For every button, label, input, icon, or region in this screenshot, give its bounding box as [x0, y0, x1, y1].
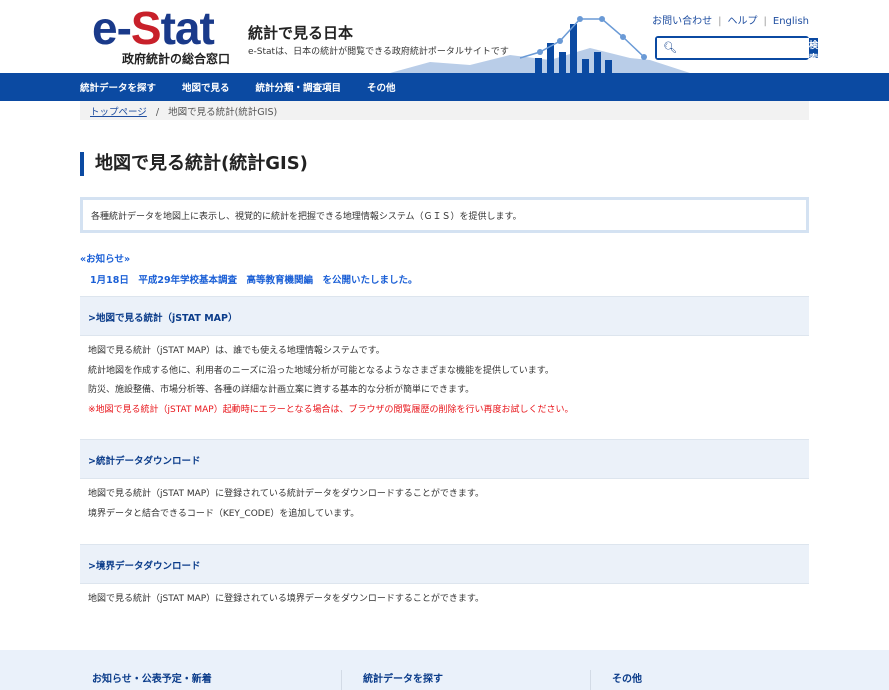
search-input[interactable] — [657, 38, 809, 58]
nav-other[interactable]: その他 — [367, 80, 396, 94]
separator: | — [763, 16, 767, 27]
search-icon: 🔍︎ — [663, 41, 677, 54]
nav-map[interactable]: 地図で見る — [182, 80, 230, 94]
body-text: 地図で見る統計（jSTAT MAP）に登録されている統計データをダウンロードする… — [88, 489, 485, 499]
body-text: 地図で見る統計（jSTAT MAP）は、誰でも使える地理情報システムです。 — [88, 346, 385, 356]
page-title: 地図で見る統計(統計GIS) — [80, 152, 809, 176]
nav-find-data[interactable]: 統計データを探す — [80, 80, 156, 94]
help-link[interactable]: ヘルプ — [728, 16, 758, 27]
section-boundary-download[interactable]: >境界データダウンロード — [80, 544, 809, 584]
breadcrumb-separator: / — [155, 107, 160, 118]
nav-classification[interactable]: 統計分類・調査項目 — [256, 80, 342, 94]
logo-text: S — [130, 2, 162, 54]
logo-subtitle: 政府統計の総合窓口 — [122, 52, 231, 66]
header: e-Stat 政府統計の総合窓口 統計で見る日本 e-Statは、日本の統計が閲… — [0, 0, 889, 73]
footer-find-data[interactable]: 統計データを探す — [341, 670, 590, 690]
separator: | — [718, 16, 722, 27]
main-nav: 統計データを探す 地図で見る 統計分類・調査項目 その他 — [0, 73, 889, 101]
intro-box: 各種統計データを地図上に表示し、視覚的に統計を把握できる地理情報システム（ＧＩＳ… — [80, 197, 809, 233]
search-button[interactable]: 検索 — [809, 38, 819, 63]
body-text: 地図で見る統計（jSTAT MAP）に登録されている境界データをダウンロードする… — [88, 594, 485, 604]
news-item-link[interactable]: 1月18日 平成29年学校基本調査 高等教育機関編 を公開いたしました。 — [90, 272, 799, 286]
body-text: 統計地図を作成する他に、利用者のニーズに沿った地域分析が可能となるようなさまざま… — [88, 365, 554, 376]
footer-other[interactable]: その他 — [590, 670, 839, 690]
section-jstat-map[interactable]: >地図で見る統計（jSTAT MAP） — [80, 296, 809, 336]
breadcrumb-current: 地図で見る統計(統計GIS) — [168, 107, 278, 118]
footer-news[interactable]: お知らせ・公表予定・新着 — [92, 670, 341, 690]
breadcrumb: トップページ / 地図で見る統計(統計GIS) — [80, 101, 809, 120]
logo-text: tat — [160, 2, 215, 54]
contact-link[interactable]: お問い合わせ — [652, 16, 712, 27]
breadcrumb-home[interactable]: トップページ — [90, 107, 147, 118]
body-text: 防災、施設整備、市場分析等、各種の詳細な計画立案に資する基本的な分析が簡単にでき… — [88, 385, 475, 395]
logo-text: e- — [92, 2, 132, 54]
site-title: 統計で見る日本 — [248, 24, 354, 42]
footer: お知らせ・公表予定・新着 統計データを探す その他 — [0, 650, 889, 690]
section-body: 地図で見る統計（jSTAT MAP）に登録されている統計データをダウンロードする… — [88, 485, 801, 524]
top-links: お問い合わせ | ヘルプ | English — [652, 12, 809, 27]
english-link[interactable]: English — [773, 16, 809, 27]
estat-logo[interactable]: e-Stat 政府統計の総合窓口 — [92, 5, 231, 67]
news-heading: «お知らせ» — [80, 254, 131, 265]
section-stat-download[interactable]: >統計データダウンロード — [80, 439, 809, 479]
search-box: 🔍︎ 検索 — [655, 36, 819, 63]
section-body: 地図で見る統計（jSTAT MAP）は、誰でも使える地理情報システムです。 統計… — [88, 342, 801, 420]
body-text: 境界データと結合できるコード（KEY_CODE）を追加しています。 — [88, 508, 360, 519]
section-body: 地図で見る統計（jSTAT MAP）に登録されている境界データをダウンロードする… — [88, 590, 801, 610]
warning-text: ※地図で見る統計（jSTAT MAP）起動時にエラーとなる場合は、ブラウザの閲覧… — [88, 404, 574, 415]
